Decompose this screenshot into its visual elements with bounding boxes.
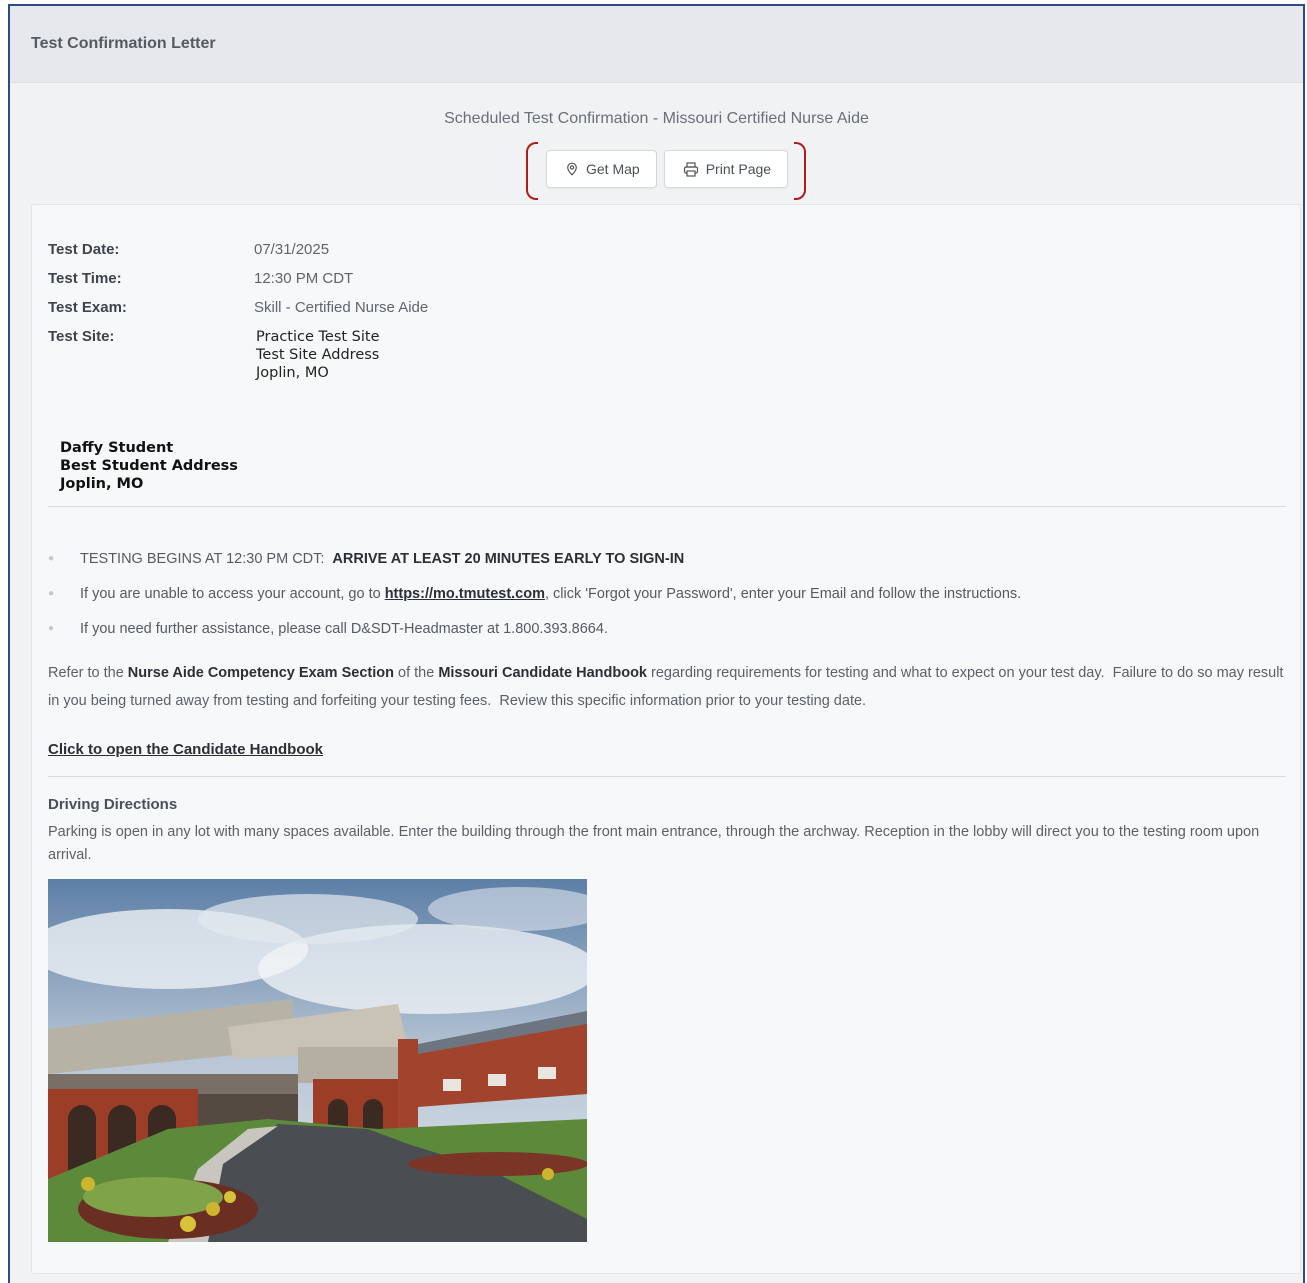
account-text-post: , click 'Forgot your Password', enter yo… <box>545 585 1022 602</box>
test-exam-row: Test Exam: Skill - Certified Nurse Aide <box>48 299 428 316</box>
testing-begins-text: TESTING BEGINS AT 12:30 PM CDT: <box>80 550 325 567</box>
highlight-bracket-left <box>526 142 538 200</box>
divider <box>48 776 1286 777</box>
candidate-handbook-link[interactable]: Click to open the Candidate Handbook <box>48 741 323 758</box>
bullet-icon: ● <box>48 623 55 634</box>
refer-mid: of the <box>393 665 439 681</box>
confirmation-subheading: Scheduled Test Confirmation - Missouri C… <box>444 110 869 127</box>
site-name: Practice Test Site <box>256 329 380 345</box>
letter-window: Test Confirmation Letter Scheduled Test … <box>8 4 1305 1283</box>
site-city: Joplin, MO <box>256 365 329 381</box>
instruction-list: ● TESTING BEGINS AT 12:30 PM CDT: ARRIVE… <box>48 541 1288 646</box>
list-item: ● TESTING BEGINS AT 12:30 PM CDT: ARRIVE… <box>48 541 1288 576</box>
student-city: Joplin, MO <box>60 476 144 492</box>
confirmation-card: Test Date: 07/31/2025 Test Time: 12:30 P… <box>31 204 1301 1274</box>
print-page-label: Print Page <box>705 161 772 177</box>
account-text-pre: If you are unable to access your account… <box>80 585 385 602</box>
test-date-row: Test Date: 07/31/2025 <box>48 241 428 258</box>
test-exam-value: Skill - Certified Nurse Aide <box>254 299 429 316</box>
driving-directions-heading: Driving Directions <box>48 796 178 813</box>
test-date-value: 07/31/2025 <box>254 241 330 258</box>
test-site-address: Practice Test Site Test Site Address Jop… <box>256 328 380 382</box>
test-exam-label: Test Exam: <box>48 299 127 316</box>
print-page-button[interactable]: Print Page <box>663 150 789 188</box>
test-time-row: Test Time: 12:30 PM CDT <box>48 270 428 287</box>
list-item: ● If you need further assistance, please… <box>48 611 1288 646</box>
list-item: ● If you are unable to access your accou… <box>48 576 1288 611</box>
test-time-label: Test Time: <box>48 270 122 287</box>
get-map-button[interactable]: Get Map <box>546 150 657 188</box>
test-details: Test Date: 07/31/2025 Test Time: 12:30 P… <box>48 241 428 394</box>
divider <box>48 506 1286 507</box>
site-address: Test Site Address <box>256 347 380 363</box>
handbook-name: Missouri Candidate Handbook <box>438 665 647 681</box>
driving-directions-text: Parking is open in any lot with many spa… <box>48 824 1260 863</box>
student-address: Best Student Address <box>60 458 238 474</box>
test-site-building-photo <box>48 879 587 1242</box>
printer-icon <box>683 161 699 177</box>
get-map-label: Get Map <box>586 161 640 177</box>
test-site-row: Test Site: Practice Test Site Test Site … <box>48 328 428 382</box>
refer-paragraph: Refer to the Nurse Aide Competency Exam … <box>48 659 1286 715</box>
page-title: Test Confirmation Letter <box>10 6 1303 83</box>
test-time-value: 12:30 PM CDT <box>254 270 354 287</box>
student-address-block: Daffy Student Best Student Address Jopli… <box>60 439 238 493</box>
test-site-label: Test Site: <box>48 328 115 345</box>
refer-pre: Refer to the <box>48 665 128 681</box>
bullet-icon: ● <box>48 553 55 564</box>
action-buttons: Get Map Print Page <box>546 150 789 188</box>
assistance-text: If you need further assistance, please c… <box>80 620 608 637</box>
arrive-early-text: ARRIVE AT LEAST 20 MINUTES EARLY TO SIGN… <box>332 550 685 567</box>
student-name: Daffy Student <box>60 440 174 456</box>
test-date-label: Test Date: <box>48 241 120 258</box>
highlight-bracket-right <box>794 142 806 200</box>
map-pin-icon <box>565 162 579 176</box>
bullet-icon: ● <box>48 588 55 599</box>
exam-section-name: Nurse Aide Competency Exam Section <box>127 665 394 681</box>
tmutest-link[interactable]: https://mo.tmutest.com <box>385 586 545 602</box>
